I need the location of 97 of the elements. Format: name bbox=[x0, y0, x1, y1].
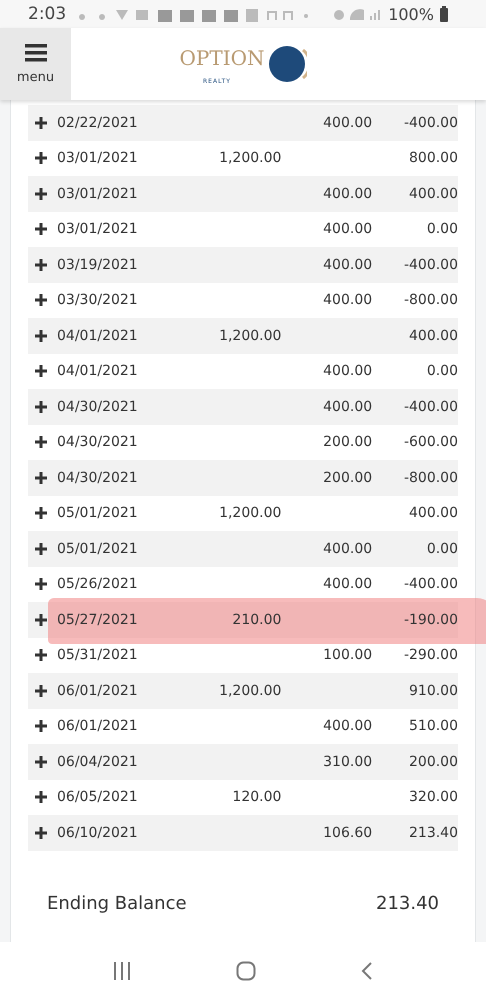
date-cell-text: 03/01/2021 bbox=[57, 221, 139, 238]
balance-cell: 400.00 bbox=[409, 505, 458, 522]
date-cell-text: 05/26/2021 bbox=[57, 576, 139, 592]
back-icon[interactable] bbox=[360, 961, 374, 981]
date-cell-text: 03/01/2021 bbox=[57, 186, 139, 202]
expand-icon[interactable] bbox=[35, 826, 47, 839]
balance-cell: 213.40 bbox=[409, 824, 458, 841]
expand-icon[interactable] bbox=[35, 791, 47, 804]
date-cell-text: 06/01/2021 bbox=[57, 718, 139, 734]
credit-cell: 1,200.00 bbox=[219, 328, 282, 344]
credit-cell: 1,200.00 bbox=[219, 682, 282, 699]
debit-cell: 400.00 bbox=[323, 576, 372, 592]
balance-cell: 400.00 bbox=[409, 186, 458, 202]
date-cell-text: 04/30/2021 bbox=[57, 470, 139, 486]
expand-icon[interactable] bbox=[35, 152, 47, 164]
debit-cell: 310.00 bbox=[323, 754, 372, 770]
expand-icon[interactable] bbox=[35, 614, 47, 626]
home-icon[interactable] bbox=[236, 961, 256, 981]
expand-icon[interactable] bbox=[35, 436, 47, 448]
date-cell-text: 06/01/2021 bbox=[57, 682, 139, 699]
expand-icon[interactable] bbox=[35, 684, 47, 697]
balance-cell: 510.00 bbox=[409, 718, 458, 734]
debit-cell: 200.00 bbox=[323, 470, 372, 486]
credit-cell: 210.00 bbox=[232, 612, 282, 628]
ending-balance-label: Ending Balance bbox=[47, 892, 187, 914]
expand-icon[interactable] bbox=[35, 223, 47, 236]
date-cell-text: 03/30/2021 bbox=[57, 292, 139, 308]
expand-icon[interactable] bbox=[35, 258, 47, 271]
debit-cell: 400.00 bbox=[323, 540, 372, 557]
expand-icon[interactable] bbox=[35, 720, 47, 732]
credit-cell: 1,200.00 bbox=[219, 505, 282, 522]
expand-icon[interactable] bbox=[35, 472, 47, 484]
debit-cell: 400.00 bbox=[323, 186, 372, 202]
debit-cell: 400.00 bbox=[323, 363, 372, 380]
balance-cell: -600.00 bbox=[404, 434, 458, 450]
date-cell-text: 05/31/2021 bbox=[57, 647, 139, 664]
ending-balance-value: 213.40 bbox=[376, 892, 439, 914]
date-cell-text: 04/01/2021 bbox=[57, 363, 139, 380]
balance-cell: 0.00 bbox=[426, 221, 458, 238]
balance-cell: 800.00 bbox=[409, 150, 458, 166]
expand-icon[interactable] bbox=[35, 756, 47, 768]
credit-cell: 120.00 bbox=[232, 789, 282, 806]
logo-circle-icon bbox=[266, 44, 306, 84]
date-cell-text: 05/01/2021 bbox=[57, 505, 139, 522]
balance-cell: 910.00 bbox=[409, 682, 458, 699]
credit-cell: 1,200.00 bbox=[219, 150, 282, 166]
date-cell-text: 06/10/2021 bbox=[57, 824, 139, 841]
balance-cell: -400.00 bbox=[404, 576, 458, 592]
date-cell-text: 06/04/2021 bbox=[57, 754, 139, 770]
debit-cell: 400.00 bbox=[323, 292, 372, 308]
balance-cell: 0.00 bbox=[426, 540, 458, 557]
date-cell-text: 04/01/2021 bbox=[57, 328, 139, 344]
debit-cell: 400.00 bbox=[323, 221, 372, 238]
date-cell-text: 04/30/2021 bbox=[57, 398, 139, 415]
menu-button[interactable]: menu bbox=[0, 28, 71, 100]
expand-icon[interactable] bbox=[35, 330, 47, 342]
balance-cell: 400.00 bbox=[409, 328, 458, 344]
debit-cell: 106.60 bbox=[323, 824, 372, 841]
logo-name: OPTION bbox=[180, 46, 264, 70]
debit-cell: 400.00 bbox=[323, 398, 372, 415]
balance-cell: 0.00 bbox=[426, 363, 458, 380]
recent-apps-icon[interactable] bbox=[112, 962, 132, 980]
balance-cell: 320.00 bbox=[409, 789, 458, 806]
balance-cell: 200.00 bbox=[409, 754, 458, 770]
date-cell-text: 05/27/2021 bbox=[57, 612, 139, 628]
expand-icon[interactable] bbox=[35, 400, 47, 413]
expand-icon[interactable] bbox=[35, 542, 47, 555]
debit-cell: 400.00 bbox=[323, 718, 372, 734]
expand-icon[interactable] bbox=[35, 294, 47, 306]
balance-cell: -400.00 bbox=[404, 256, 458, 273]
date-cell-text: 06/05/2021 bbox=[57, 789, 139, 806]
date-cell-text: 05/01/2021 bbox=[57, 540, 139, 557]
menu-icon bbox=[24, 44, 46, 62]
debit-cell: 200.00 bbox=[323, 434, 372, 450]
expand-icon[interactable] bbox=[35, 365, 47, 378]
balance-cell: -800.00 bbox=[404, 470, 458, 486]
debit-cell: 400.00 bbox=[323, 256, 372, 273]
expand-icon[interactable] bbox=[35, 507, 47, 520]
date-cell-text: 03/01/2021 bbox=[57, 150, 139, 166]
date-cell-text: 03/19/2021 bbox=[57, 256, 139, 273]
debit-cell: 400.00 bbox=[323, 114, 372, 131]
expand-icon[interactable] bbox=[35, 578, 47, 590]
battery-icon bbox=[440, 6, 448, 22]
expand-icon[interactable] bbox=[35, 188, 47, 200]
balance-cell: -400.00 bbox=[404, 398, 458, 415]
balance-cell: -400.00 bbox=[404, 114, 458, 131]
balance-cell: -800.00 bbox=[404, 292, 458, 308]
date-cell-text: 04/30/2021 bbox=[57, 434, 139, 450]
balance-cell: -190.00 bbox=[404, 612, 458, 628]
balance-cell: -290.00 bbox=[404, 647, 458, 664]
debit-cell: 100.00 bbox=[323, 647, 372, 664]
expand-icon[interactable] bbox=[35, 116, 47, 129]
status-time: 2:03 bbox=[28, 4, 66, 24]
signal-icons-drawing bbox=[332, 6, 382, 22]
date-cell-text: 02/22/2021 bbox=[57, 114, 139, 131]
expand-icon[interactable] bbox=[35, 649, 47, 662]
battery-percent: 100% bbox=[388, 4, 434, 24]
